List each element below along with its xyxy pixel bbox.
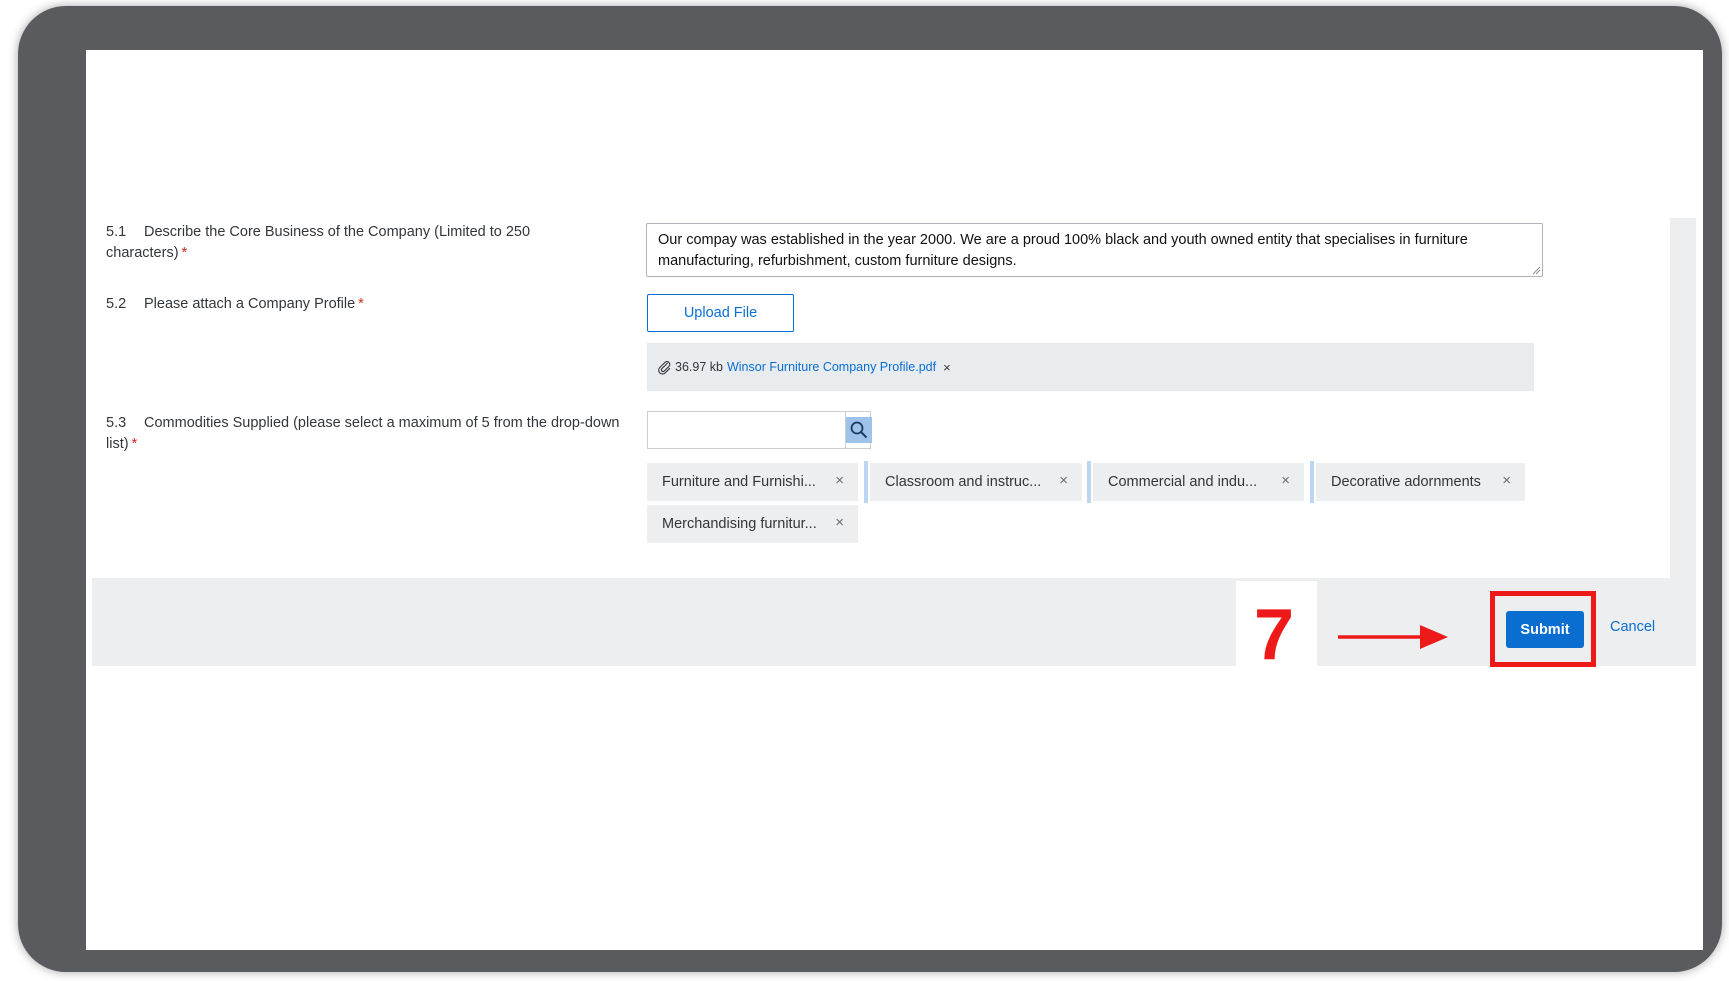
token-remove-icon[interactable]: × [1502,472,1511,489]
token-divider [864,461,868,503]
required-marker: * [131,436,138,452]
panel-gutter [1670,218,1696,578]
form-footer [92,578,1696,666]
question-text: Please attach a Company Profile [144,296,356,312]
token-label: Classroom and instruc... [885,474,1042,490]
cancel-link[interactable]: Cancel [1610,619,1655,635]
question-text: Describe the Core Business of the Compan… [106,224,531,261]
commodities-search-button[interactable] [845,412,872,448]
remove-attachment-icon[interactable]: × [943,360,951,375]
token-label: Commercial and indu... [1108,474,1258,490]
token-remove-icon[interactable]: × [835,514,844,531]
token-remove-icon[interactable]: × [1281,472,1290,489]
commodities-search [647,411,872,449]
required-marker: * [181,245,188,261]
token-label: Furniture and Furnishi... [662,474,816,490]
screen: 5.1 Describe the Core Business of the Com… [86,50,1703,950]
commodities-search-input[interactable] [648,412,845,448]
question-text: Commodities Supplied (please select a ma… [106,415,620,452]
arrow-right-icon [1338,625,1448,649]
attachment-row: 36.97 kb Winsor Furniture Company Profil… [647,343,1534,391]
token-divider [1310,461,1314,503]
commodity-token: Commercial and indu... × [1093,463,1304,501]
device-frame: 5.1 Describe the Core Business of the Com… [18,6,1722,972]
token-remove-icon[interactable]: × [835,472,844,489]
submit-button[interactable]: Submit [1506,611,1584,648]
question-number: 5.1 [106,224,127,240]
commodity-token: Decorative adornments × [1316,463,1525,501]
question-number: 5.3 [106,415,127,431]
question-number: 5.2 [106,296,127,312]
upload-file-button[interactable]: Upload File [647,294,794,332]
attachment-size: 36.97 kb [675,360,723,374]
search-icon [846,417,872,443]
core-business-text: Our compay was established in the year 2… [658,232,1468,269]
step-number-annotation: 7 [1254,595,1295,675]
core-business-textarea[interactable]: Our compay was established in the year 2… [646,223,1543,277]
commodity-token: Furniture and Furnishi... × [647,463,858,501]
token-label: Merchandising furnitur... [662,516,817,532]
commodity-token: Classroom and instruc... × [870,463,1082,501]
token-divider [1087,461,1091,503]
commodity-token: Merchandising furnitur... × [647,505,858,543]
resize-grip-icon[interactable] [1531,265,1541,275]
question-5-1-label: 5.1 Describe the Core Business of the Com… [106,222,566,264]
required-marker: * [358,296,364,312]
question-5-2-label: 5.2 Please attach a Company Profile * [106,294,566,315]
token-remove-icon[interactable]: × [1059,472,1068,489]
paperclip-icon [657,360,672,375]
token-label: Decorative adornments [1331,474,1481,490]
question-5-3-label: 5.3 Commodities Supplied (please select a… [106,413,646,455]
attachment-filename-link[interactable]: Winsor Furniture Company Profile.pdf [727,360,936,374]
